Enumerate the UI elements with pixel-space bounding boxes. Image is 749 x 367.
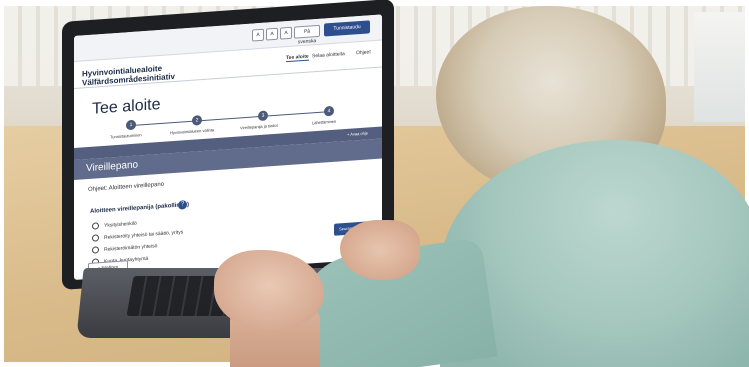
person-right-hand: [340, 220, 420, 280]
step-1-dot: 1: [126, 119, 136, 131]
page-title: Tee aloite: [92, 95, 161, 118]
text-size-small-button[interactable]: A: [252, 28, 264, 42]
nav-item-help[interactable]: Ohjeet: [356, 49, 371, 56]
help-icon[interactable]: ?: [178, 200, 187, 210]
laptop-screen: A A A På svenska Tunnistaudu Hyvinvointi…: [74, 14, 382, 280]
step-2-dot: 2: [192, 115, 202, 126]
radio-label-unregistered-org: Rekisteröimätön yhteisö: [104, 243, 158, 253]
background-object: [694, 12, 745, 122]
step-4-dot: 4: [324, 105, 334, 117]
login-button[interactable]: Tunnistaudu: [324, 20, 370, 37]
text-size-large-button[interactable]: A: [280, 26, 292, 40]
step-3-label: Vireillepanija ja tiedot: [240, 122, 278, 131]
radio-registered-org[interactable]: [92, 234, 99, 242]
nav-item-browse[interactable]: Selaa aloitteita: [312, 51, 345, 59]
language-button[interactable]: På svenska: [294, 24, 320, 45]
radio-individual[interactable]: [92, 222, 99, 230]
step-4-label: Lähettäminen: [312, 118, 337, 126]
step-2-label: Hyvinvointialueen valinta: [170, 127, 215, 136]
step-3-dot: 3: [258, 110, 268, 122]
radio-label-registered-org: Rekisteröity yhteisö tai säätiö, yritys: [104, 229, 184, 241]
step-1-label: Tunnistautuminen: [110, 132, 142, 140]
text-size-medium-button[interactable]: A: [266, 27, 278, 41]
radio-label-individual: Yksityishenkilö: [104, 220, 137, 229]
radio-unregistered-org[interactable]: [92, 246, 99, 254]
instructions-link[interactable]: Ohjeet: Aloitteen vireillepano: [88, 182, 164, 193]
question-label: Aloitteen vireillepanija (pakollinen): [90, 201, 190, 215]
nav-item-create[interactable]: Tee aloite: [286, 53, 309, 63]
